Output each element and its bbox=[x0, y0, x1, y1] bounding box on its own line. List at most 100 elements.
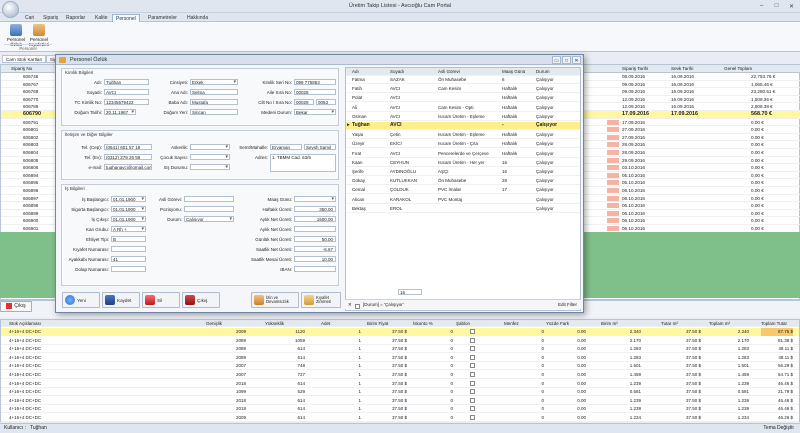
adres-field[interactable]: 1. TBMM Cad. 63/5 bbox=[270, 154, 336, 172]
kiyafet-no-field[interactable] bbox=[111, 246, 146, 252]
dialog-close-icon[interactable]: ✕ bbox=[572, 56, 581, 64]
theme-change-button[interactable]: Tema Değiştir bbox=[763, 424, 794, 433]
detail-row[interactable]: 4+16+4 DC+DC 2089 614 1 37.50 $ 0 0 0.00 1.283 37… bbox=[1, 345, 799, 354]
sablon-checkbox[interactable] bbox=[470, 415, 475, 420]
mesai-ucret-field[interactable]: 10.00 bbox=[294, 256, 336, 262]
tab-personel[interactable]: Personel bbox=[112, 14, 140, 22]
sigorta-baslangic-field[interactable]: 01.01.1900 bbox=[111, 206, 146, 212]
minimize-icon[interactable]: – bbox=[755, 1, 768, 11]
sablon-checkbox[interactable] bbox=[470, 397, 475, 403]
close-icon[interactable]: ✕ bbox=[785, 1, 798, 11]
aylik-ucret-2-field[interactable] bbox=[294, 226, 336, 232]
sira-no-field[interactable]: 0053 bbox=[316, 99, 336, 105]
email-field[interactable]: tughanavci@gmail.com bbox=[104, 164, 152, 170]
main-exit-button[interactable]: Çıkış bbox=[0, 301, 32, 312]
personel-row[interactable]: Üzeyir EKİCİ Isıcam Üretim - Çıta Haftalık Ç… bbox=[346, 140, 580, 149]
detail-row[interactable]: 4+16+4 DC+DC 2018 614 1 37.50 $ 0 0 0.00 1.239 37… bbox=[1, 397, 799, 405]
izin-devamsizlik-button[interactable]: İzin ve Devamsızlık bbox=[251, 292, 299, 308]
tc-field[interactable]: 12345679422 bbox=[104, 99, 149, 105]
haftalik-ucret-field[interactable]: 350.00 bbox=[294, 206, 336, 212]
is-cikis-field[interactable]: 01.01.1900 bbox=[111, 216, 146, 222]
personel-row[interactable]: Alican KARAKOL PVC Montaj Çalışıyor bbox=[346, 196, 580, 204]
personel-row[interactable]: Polat AVCI Haftalık Çalışıyor bbox=[346, 94, 580, 103]
es-select[interactable] bbox=[190, 164, 230, 170]
personel-row[interactable]: Yaşar Çetin Isıcam Üretim - Eşleme Haftalık… bbox=[346, 131, 580, 140]
saatlik-ucret-field[interactable]: -6.67 bbox=[294, 246, 336, 252]
tab-cam-stok[interactable]: Cam Stok Kartları bbox=[2, 55, 47, 63]
personel-row[interactable]: Osman AVCI Isıcam Üretim - Eşleme Haftalık Ç… bbox=[346, 113, 580, 121]
personel-row[interactable]: Cemal ÇOLDUK PVC İmalat 17 Çalışıyor bbox=[346, 186, 580, 195]
detail-row[interactable]: 4+16+4 DC+DC 2018 614 1 37.50 $ 0 0 0.00 1.239 37… bbox=[1, 380, 799, 388]
sil-button[interactable]: Sil bbox=[142, 292, 180, 308]
tab-hakkinda[interactable]: Hakkında bbox=[184, 14, 211, 22]
medeni-select[interactable]: Bekar bbox=[294, 109, 336, 115]
gunluk-ucret-field[interactable]: 50.00 bbox=[294, 236, 336, 242]
detail-row[interactable]: 4+16+4 DC+DC 2009 1120 1 37.50 $ 0 0 0.00 2.340 3… bbox=[1, 328, 799, 336]
baba-adi-field[interactable]: Mustafa bbox=[190, 99, 238, 105]
personel-row[interactable]: Tuğhan AVCI - Çalışıyor ▸ bbox=[346, 122, 580, 130]
detail-row[interactable]: 4+16+4 DC+DC 2018 614 1 37.50 $ 0 0 0.00 1.239 37… bbox=[1, 405, 799, 414]
detail-row[interactable]: 4+16+4 DC+DC 2089 1059 1 37.50 $ 0 0 0.00 2.170 3… bbox=[1, 337, 799, 345]
kiyafet-zimmeti-button[interactable]: Kıyafet Zimmeti bbox=[301, 292, 341, 308]
maximize-icon[interactable]: □ bbox=[770, 1, 783, 11]
asli-gorev-field[interactable] bbox=[184, 196, 234, 202]
tab-cari[interactable]: Cari bbox=[22, 14, 37, 22]
clear-filter-icon[interactable]: ✕ bbox=[348, 300, 352, 309]
ehliyet-field[interactable]: B bbox=[111, 236, 146, 242]
dialog-cikis-button[interactable]: Çıkış bbox=[182, 292, 220, 308]
personel-row[interactable]: Gökay KUTLUKKAN Ön Muhasebe 28 Çalışıyor bbox=[346, 177, 580, 186]
kaydet-button[interactable]: Kaydet bbox=[102, 292, 140, 308]
personel-row[interactable]: Şerife AYDINOĞLU AŞÇI 16 Çalışıyor bbox=[346, 168, 580, 176]
filter-checkbox[interactable] bbox=[355, 304, 360, 310]
kan-grubu-select[interactable]: A Rh + bbox=[111, 226, 146, 232]
personel-row[interactable]: Fatih AVCI Cam Kesim Haftalık Çalışıyor bbox=[346, 85, 580, 94]
maas-gunu-select[interactable] bbox=[294, 196, 336, 202]
sablon-checkbox[interactable] bbox=[470, 372, 475, 377]
tel-ev-field[interactable]: (0312) 279 25 59 bbox=[104, 154, 152, 160]
detail-row[interactable]: 4+16+4 DC+DC 2007 727 1 37.50 $ 0 0 0.00 1.459 37… bbox=[1, 371, 799, 379]
personel-row[interactable]: Ali AVCI Cam Kesim - Opti Haftalık Çalışıyor bbox=[346, 104, 580, 112]
tab-kalite[interactable]: Kalite bbox=[92, 14, 111, 22]
iban-field[interactable] bbox=[294, 266, 336, 272]
sablon-checkbox[interactable] bbox=[470, 389, 475, 395]
sablon-checkbox[interactable] bbox=[470, 380, 475, 386]
tab-raporlar[interactable]: Raporlar bbox=[63, 14, 88, 22]
ana-adi-field[interactable]: Selma bbox=[190, 89, 238, 95]
personel-row[interactable]: Fırat AVCI Pencerelerde ve Çerçeve Haftalık… bbox=[346, 150, 580, 158]
sablon-checkbox[interactable] bbox=[470, 329, 475, 334]
cinsiyet-select[interactable]: Erkek bbox=[190, 79, 238, 85]
sablon-checkbox[interactable] bbox=[470, 406, 475, 412]
adi-field[interactable]: Tuğhan bbox=[104, 79, 149, 85]
seri-no-field[interactable]: 099 775853 bbox=[294, 79, 336, 85]
aylik-ucret-field[interactable]: 1500.00 bbox=[294, 216, 336, 222]
askerlik-select[interactable] bbox=[190, 144, 230, 150]
soyadi-field[interactable]: AVCI bbox=[104, 89, 149, 95]
edit-filter-button[interactable]: Edit Filter bbox=[558, 300, 577, 309]
dogum-tarihi-field[interactable]: 20.11.1987 bbox=[104, 109, 136, 115]
page-count-field[interactable]: 15 bbox=[398, 289, 422, 295]
dialog-restore-icon[interactable]: ▭ bbox=[552, 56, 561, 64]
personel-row[interactable]: Bektaş EROL Çalışıyor bbox=[346, 205, 580, 213]
semt-field[interactable]: Eryaman bbox=[270, 144, 302, 150]
tel-cep-field[interactable]: (0541) 601 57 18 bbox=[104, 144, 152, 150]
sablon-checkbox[interactable] bbox=[470, 337, 475, 343]
sablon-checkbox[interactable] bbox=[470, 363, 475, 369]
aile-sira-field[interactable]: 00028 bbox=[294, 89, 336, 95]
app-menu-icon[interactable] bbox=[2, 1, 19, 18]
dialog-max-icon[interactable]: □ bbox=[562, 56, 571, 64]
tab-parametreler[interactable]: Parametreler bbox=[145, 14, 180, 22]
personel-row[interactable]: Fatma SAZAK Ön Muhasebe 6 Çalışıyor bbox=[346, 76, 580, 84]
detail-row[interactable]: 4+16+4 DC+DC 2009 614 1 37.50 $ 0 0 0.00 1.234 37… bbox=[1, 414, 799, 422]
detail-row[interactable]: 4+16+4 DC+DC 1099 529 1 37.50 $ 0 0 0.00 0.581 37… bbox=[1, 388, 799, 397]
yeni-button[interactable]: Yeni bbox=[62, 292, 100, 308]
dogum-yeri-field[interactable]: Sincan bbox=[190, 109, 238, 115]
pozisyon-field[interactable] bbox=[184, 206, 234, 212]
detail-row[interactable]: 4+16+4 DC+DC 2007 748 1 37.50 $ 0 0 0.00 1.501 37… bbox=[1, 362, 799, 371]
dolap-no-field[interactable] bbox=[111, 266, 146, 272]
tab-siparis[interactable]: Sipariş bbox=[40, 14, 61, 22]
cocuk-select[interactable] bbox=[190, 154, 230, 160]
sablon-checkbox[interactable] bbox=[470, 346, 475, 352]
sablon-checkbox[interactable] bbox=[470, 354, 475, 360]
ayakkabi-no-field[interactable]: 41 bbox=[111, 256, 146, 262]
cilt-no-field[interactable]: 00029 bbox=[294, 99, 314, 105]
